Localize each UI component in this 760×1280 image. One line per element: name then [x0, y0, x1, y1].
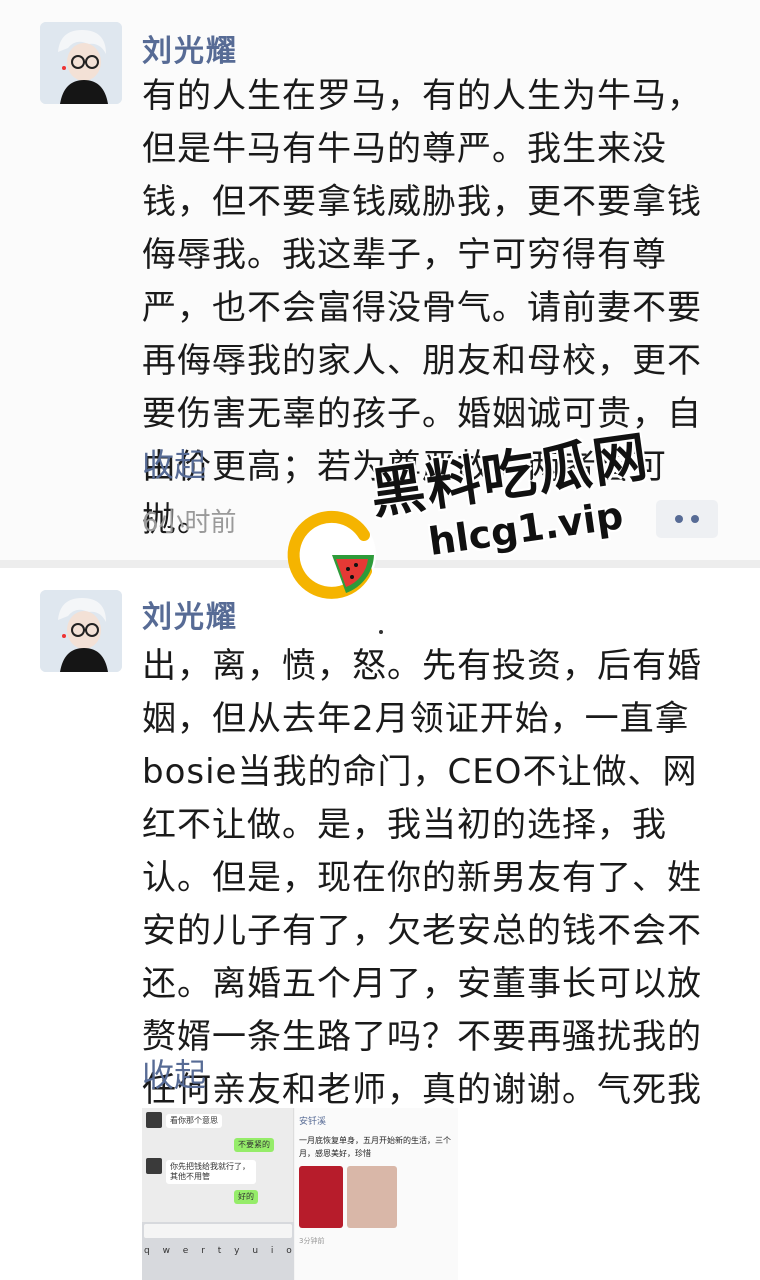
- watermark-logo-icon: [282, 505, 382, 605]
- post-text: 出，离，愤，怒。先有投资，后有婚姻，但从去年2月领证开始，一直拿bosie当我的…: [142, 646, 702, 1163]
- profile-post-time: 3分钟前: [299, 1237, 325, 1245]
- stray-dot: [379, 630, 383, 634]
- chat-screenshot: 看你那个意思 不要紧的 你先把钱给我就行了，其他不用管 好的 q w e r t…: [142, 1108, 310, 1280]
- profile-name: 安钎溪: [299, 1117, 327, 1127]
- author-name[interactable]: 刘光耀: [142, 592, 238, 636]
- post-timestamp: 6小时前: [142, 508, 237, 538]
- photo-thumbnail: [299, 1166, 343, 1228]
- more-actions-button[interactable]: [656, 500, 718, 538]
- profile-post-text: 一月底恢复单身，五月开始新的生活，三个月，感恩美好，珍惜: [299, 1136, 451, 1158]
- moment-post-2: 刘光耀 出，离，愤，怒。先有投资，后有婚姻，但从去年2月领证开始，一直拿bosi…: [0, 568, 760, 1280]
- chat-message: 你先把钱给我就行了，其他不用管: [166, 1160, 256, 1184]
- chat-avatar: [146, 1112, 162, 1128]
- avatar[interactable]: [40, 22, 122, 104]
- more-dots-icon: [691, 515, 699, 523]
- chat-message: 不要紧的: [234, 1138, 274, 1152]
- avatar[interactable]: [40, 590, 122, 672]
- chat-message: 好的: [234, 1190, 258, 1204]
- collapse-link[interactable]: 收起: [142, 1050, 206, 1096]
- more-dots-icon: [675, 515, 683, 523]
- collapse-link[interactable]: 收起: [142, 440, 206, 486]
- input-bar: [144, 1224, 292, 1238]
- photo-thumbnail: [347, 1166, 397, 1228]
- keyboard-row: q w e r t y u i o p: [144, 1246, 316, 1256]
- social-post-screenshot: 安钎溪 一月底恢复单身，五月开始新的生活，三个月，感恩美好，珍惜 3分钟前: [295, 1108, 458, 1280]
- chat-avatar: [146, 1158, 162, 1174]
- attached-image[interactable]: 看你那个意思 不要紧的 你先把钱给我就行了，其他不用管 好的 q w e r t…: [142, 1108, 458, 1280]
- keyboard: q w e r t y u i o p: [142, 1222, 310, 1280]
- chat-message: 看你那个意思: [166, 1114, 222, 1128]
- author-name[interactable]: 刘光耀: [142, 26, 238, 70]
